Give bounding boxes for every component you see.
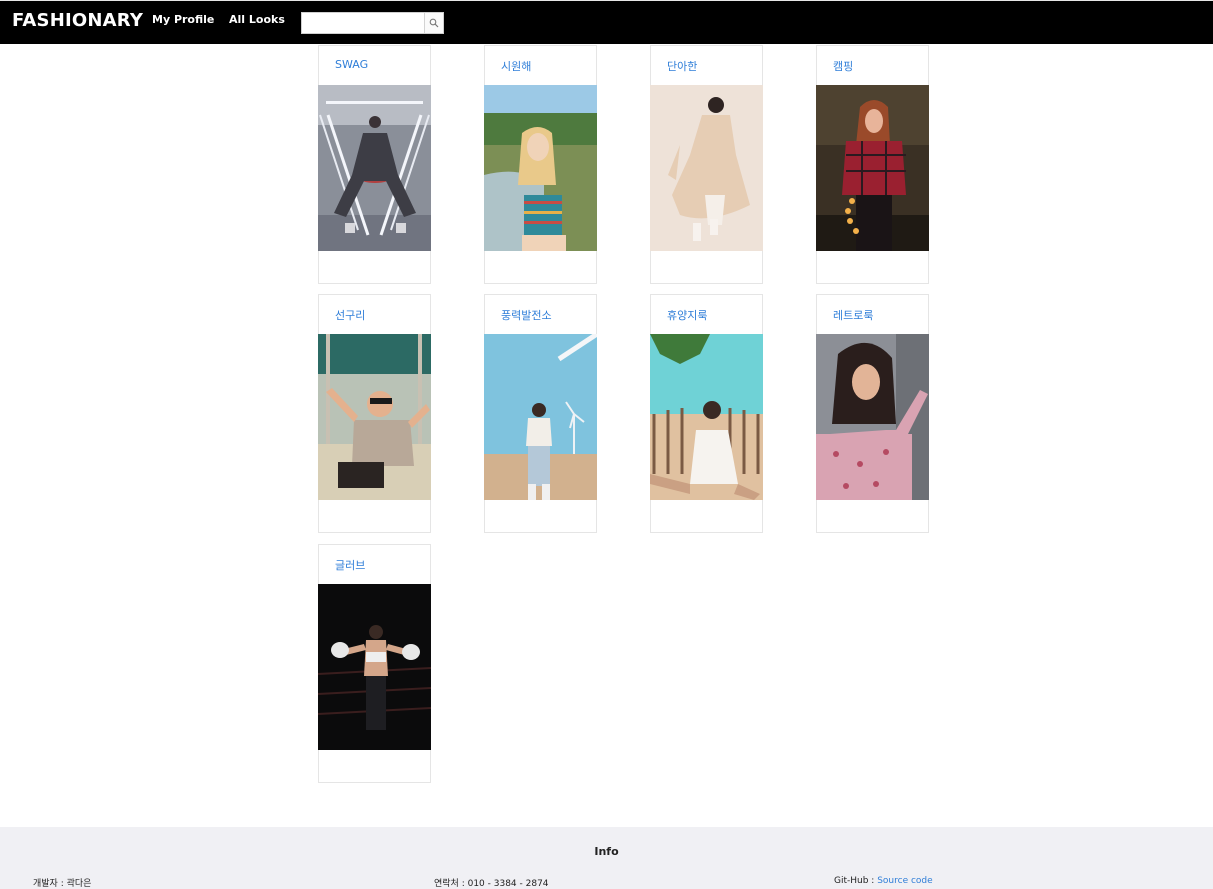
developer-label: 개발자 : [33,879,67,889]
look-title[interactable]: 시원해 [501,58,531,74]
search-box [301,12,444,34]
look-card-resort[interactable]: 휴양지룩 [650,294,763,533]
footer-title: Info [594,845,619,858]
look-title[interactable]: 레트로룩 [833,307,873,323]
look-photo[interactable] [318,334,431,500]
look-card-cool[interactable]: 시원해 [484,45,597,284]
nav-my-profile[interactable]: My Profile [152,13,214,26]
look-card-sunglasses[interactable]: 선구리 [318,294,431,533]
look-photo[interactable] [484,85,597,251]
github-label: Git-Hub : [834,876,878,886]
look-photo[interactable] [318,85,431,251]
look-photo[interactable] [816,334,929,500]
look-card-swag[interactable]: SWAG [318,45,431,284]
look-card-windfarm[interactable]: 풍력발전소 [484,294,597,533]
search-icon [429,18,439,28]
site-footer: Info 개발자 : 곽다은 연락처 : 010 - 3384 - 2874 G… [0,827,1213,889]
look-card-glove[interactable]: 글러브 [318,544,431,783]
look-photo[interactable] [650,85,763,251]
look-photo[interactable] [318,584,431,750]
look-photo[interactable] [650,334,763,500]
brand-logo[interactable]: FASHIONARY [12,10,143,31]
top-navbar: FASHIONARY My Profile All Looks [0,0,1213,44]
footer-contact: 연락처 : 010 - 3384 - 2874 [434,876,549,889]
contact-number: 010 - 3384 - 2874 [467,879,549,889]
look-title[interactable]: 휴양지룩 [667,307,707,323]
search-button[interactable] [424,13,443,33]
look-title[interactable]: 캠핑 [833,58,853,74]
look-title[interactable]: SWAG [335,58,368,71]
look-title[interactable]: 선구리 [335,307,365,323]
look-title[interactable]: 풍력발전소 [501,307,552,323]
footer-github: Git-Hub : Source code [834,876,933,886]
look-photo[interactable] [484,334,597,500]
look-card-camping[interactable]: 캠핑 [816,45,929,284]
developer-name: 곽다은 [66,879,92,889]
look-photo[interactable] [816,85,929,251]
look-card-elegant[interactable]: 단아한 [650,45,763,284]
contact-label: 연락처 : [434,879,468,889]
look-card-retro[interactable]: 레트로룩 [816,294,929,533]
look-title[interactable]: 단아한 [667,58,697,74]
footer-developer: 개발자 : 곽다은 [33,876,91,889]
look-title[interactable]: 글러브 [335,557,365,573]
search-input[interactable] [302,13,424,33]
source-code-link[interactable]: Source code [877,876,932,886]
nav-all-looks[interactable]: All Looks [229,13,285,26]
